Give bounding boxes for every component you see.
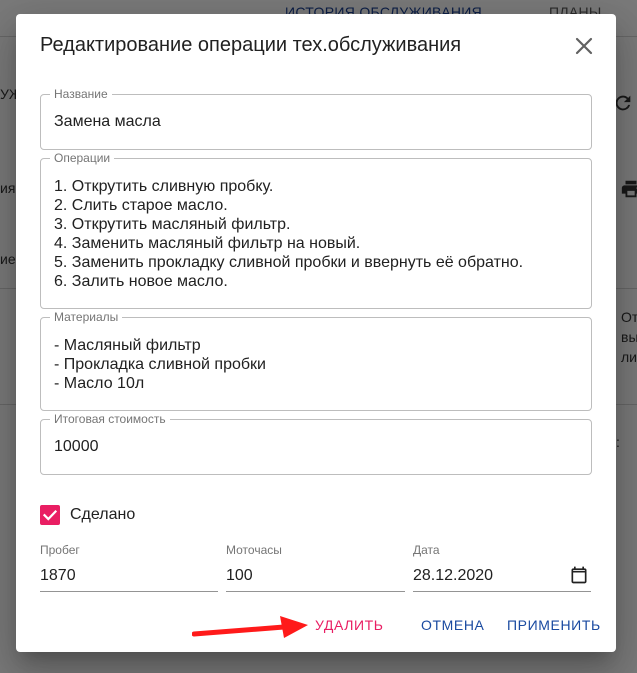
date-field-label: Дата [413, 543, 440, 557]
cancel-button[interactable]: ОТМЕНА [421, 617, 485, 633]
mileage-field-label: Пробег [40, 543, 80, 557]
total-cost-field-label: Итоговая стоимость [50, 412, 170, 426]
apply-button[interactable]: ПРИМЕНИТЬ [507, 617, 601, 633]
name-field-value: Замена масла [54, 113, 161, 130]
materials-field[interactable]: Материалы - Масляный фильтр - Прокладка … [40, 310, 592, 411]
edit-operation-dialog: Редактирование операции тех.обслуживания… [16, 14, 616, 652]
dialog-title: Редактирование операции тех.обслуживания [40, 34, 462, 56]
mileage-field[interactable]: Пробег 1870 [40, 543, 218, 592]
mileage-field-value: 1870 [40, 567, 76, 584]
calendar-icon[interactable] [569, 565, 589, 585]
engine-hours-field-value: 100 [226, 567, 253, 584]
close-button[interactable] [570, 32, 598, 60]
name-field-label: Название [50, 87, 112, 101]
engine-hours-field-underline [226, 591, 405, 592]
delete-button[interactable]: УДАЛИТЬ [315, 617, 384, 633]
date-field-underline [413, 591, 591, 592]
total-cost-field[interactable]: Итоговая стоимость 10000 [40, 412, 592, 475]
engine-hours-field[interactable]: Моточасы 100 [226, 543, 405, 592]
done-checkbox[interactable] [40, 505, 60, 525]
materials-field-label: Материалы [50, 310, 123, 324]
materials-field-value: - Масляный фильтр - Прокладка сливной пр… [54, 337, 266, 392]
name-field[interactable]: Название Замена масла [40, 87, 592, 150]
date-field[interactable]: Дата 28.12.2020 [413, 543, 591, 592]
operations-field[interactable]: Операции 1. Открутить сливную пробку. 2.… [40, 151, 592, 309]
engine-hours-field-label: Моточасы [226, 543, 282, 557]
date-field-value: 28.12.2020 [413, 567, 494, 584]
total-cost-field-value: 10000 [54, 438, 99, 455]
operations-field-value: 1. Открутить сливную пробку. 2. Слить ст… [54, 178, 524, 290]
red-arrow-icon [192, 616, 308, 638]
mileage-field-underline [40, 591, 218, 592]
done-checkbox-label: Сделано [70, 506, 136, 523]
check-icon [42, 509, 58, 521]
operations-field-label: Операции [50, 151, 115, 165]
close-icon [575, 37, 593, 55]
